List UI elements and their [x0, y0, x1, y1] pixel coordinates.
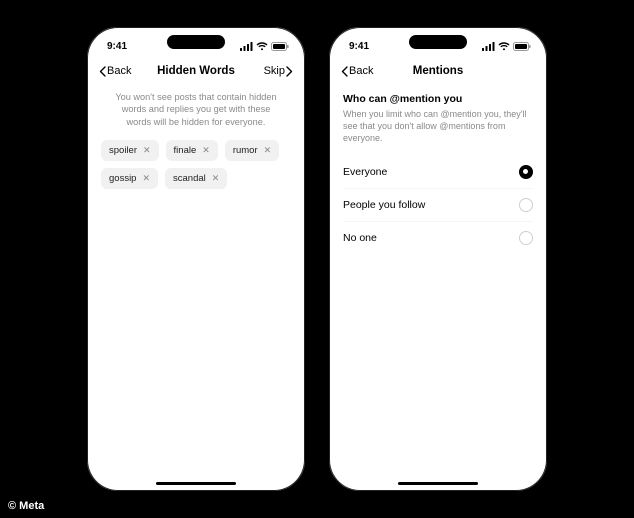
battery-icon [271, 42, 289, 51]
phone-mentions: 9:41 Back Mentions Who can @mention you … [326, 24, 550, 494]
option-label: People you follow [343, 199, 425, 211]
mention-option[interactable]: People you follow [343, 189, 533, 222]
nav-bar: Back Mentions [329, 61, 547, 85]
section-title: Who can @mention you [343, 91, 533, 105]
phone-hidden-words: 9:41 Back Hidden Words Skip You won't se… [84, 24, 308, 494]
radio-button[interactable] [519, 231, 533, 245]
home-indicator[interactable] [156, 482, 236, 486]
chip-label: spoiler [109, 145, 137, 156]
back-button[interactable]: Back [341, 65, 379, 77]
mention-option[interactable]: Everyone [343, 156, 533, 189]
chip-label: rumor [233, 145, 258, 156]
description-text: You won't see posts that contain hidden … [101, 91, 291, 140]
close-icon[interactable]: ✕ [202, 146, 210, 155]
cellular-icon [240, 42, 253, 51]
option-label: Everyone [343, 166, 387, 178]
image-credit: © Meta [8, 500, 44, 512]
option-label: No one [343, 232, 377, 244]
hidden-word-chip[interactable]: gossip ✕ [101, 168, 158, 189]
home-indicator[interactable] [398, 482, 478, 486]
skip-label: Skip [264, 65, 285, 77]
cellular-icon [482, 42, 495, 51]
wifi-icon [498, 42, 510, 51]
status-time: 9:41 [349, 41, 369, 52]
radio-button[interactable] [519, 165, 533, 179]
nav-bar: Back Hidden Words Skip [87, 61, 305, 85]
mention-options-list: Everyone People you follow No one [343, 156, 533, 254]
dynamic-island [167, 35, 225, 49]
status-indicators [240, 42, 289, 51]
skip-button[interactable]: Skip [255, 65, 293, 77]
close-icon[interactable]: ✕ [212, 174, 220, 183]
content-area: You won't see posts that contain hidden … [87, 85, 305, 491]
hidden-words-chips: spoiler ✕ finale ✕ rumor ✕ gossip ✕ scandal ✕ [101, 140, 291, 189]
hidden-word-chip[interactable]: scandal ✕ [165, 168, 227, 189]
hidden-word-chip[interactable]: finale ✕ [166, 140, 218, 161]
status-time: 9:41 [107, 41, 127, 52]
mention-option[interactable]: No one [343, 222, 533, 254]
chip-label: gossip [109, 173, 136, 184]
back-label: Back [107, 65, 131, 77]
content-area: Who can @mention you When you limit who … [329, 85, 547, 491]
back-button[interactable]: Back [99, 65, 137, 77]
back-label: Back [349, 65, 373, 77]
battery-icon [513, 42, 531, 51]
hidden-word-chip[interactable]: spoiler ✕ [101, 140, 159, 161]
dynamic-island [409, 35, 467, 49]
chip-label: scandal [173, 173, 206, 184]
close-icon[interactable]: ✕ [143, 146, 151, 155]
chevron-left-icon [341, 66, 348, 77]
wifi-icon [256, 42, 268, 51]
radio-button[interactable] [519, 198, 533, 212]
stage: 9:41 Back Hidden Words Skip You won't se… [0, 0, 634, 518]
status-indicators [482, 42, 531, 51]
section-subtitle: When you limit who can @mention you, the… [343, 105, 533, 156]
chip-label: finale [174, 145, 197, 156]
hidden-word-chip[interactable]: rumor ✕ [225, 140, 279, 161]
close-icon[interactable]: ✕ [264, 146, 272, 155]
chevron-right-icon [286, 66, 293, 77]
close-icon[interactable]: ✕ [142, 174, 150, 183]
chevron-left-icon [99, 66, 106, 77]
